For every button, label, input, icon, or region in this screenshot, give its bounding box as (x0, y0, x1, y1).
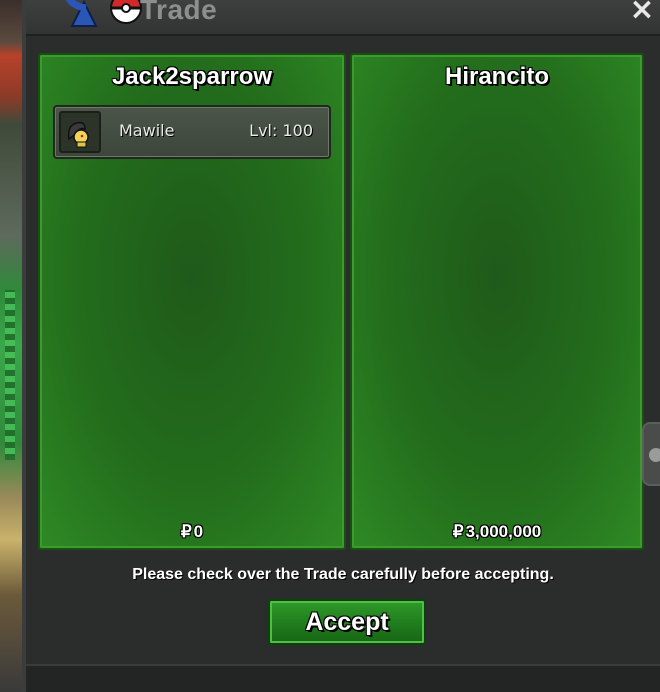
game-screen: Trade × Jack2sparrow Mawile Lvl: 100 ₽0 (0, 0, 660, 692)
pokedollar-icon: ₽ (180, 522, 192, 541)
partner-offer-panel: Hirancito ₽3,000,000 (350, 53, 644, 550)
left-money-amount: 0 (193, 522, 204, 541)
pokemon-sprite-frame (59, 111, 101, 153)
trade-warning-text: Please check over the Trade carefully be… (132, 566, 554, 583)
accept-button[interactable]: Accept (268, 599, 426, 645)
window-title: Trade (140, 0, 218, 25)
right-money-amount: 3,000,000 (465, 522, 542, 541)
your-offer-panel: Jack2sparrow Mawile Lvl: 100 ₽0 (38, 53, 346, 550)
trade-window: Trade × Jack2sparrow Mawile Lvl: 100 ₽0 (22, 0, 660, 692)
pokemon-level: Lvl: 100 (249, 121, 313, 140)
window-titlebar[interactable]: Trade × (26, 0, 660, 36)
offered-pokemon-row[interactable]: Mawile Lvl: 100 (53, 105, 331, 159)
trade-exchange-icon (65, 0, 143, 27)
left-money-offer: ₽0 (40, 522, 344, 542)
window-footer (26, 664, 660, 692)
left-trainer-name: Jack2sparrow (111, 63, 273, 90)
right-trainer-name: Hirancito (444, 63, 549, 90)
pokedollar-icon: ₽ (452, 522, 464, 541)
pokemon-name: Mawile (119, 121, 175, 140)
game-world-background (0, 0, 22, 692)
right-money-offer: ₽3,000,000 (352, 522, 642, 542)
close-button[interactable]: × (628, 0, 656, 25)
side-panel-handle[interactable] (642, 422, 660, 486)
mawile-sprite-icon (67, 121, 89, 148)
